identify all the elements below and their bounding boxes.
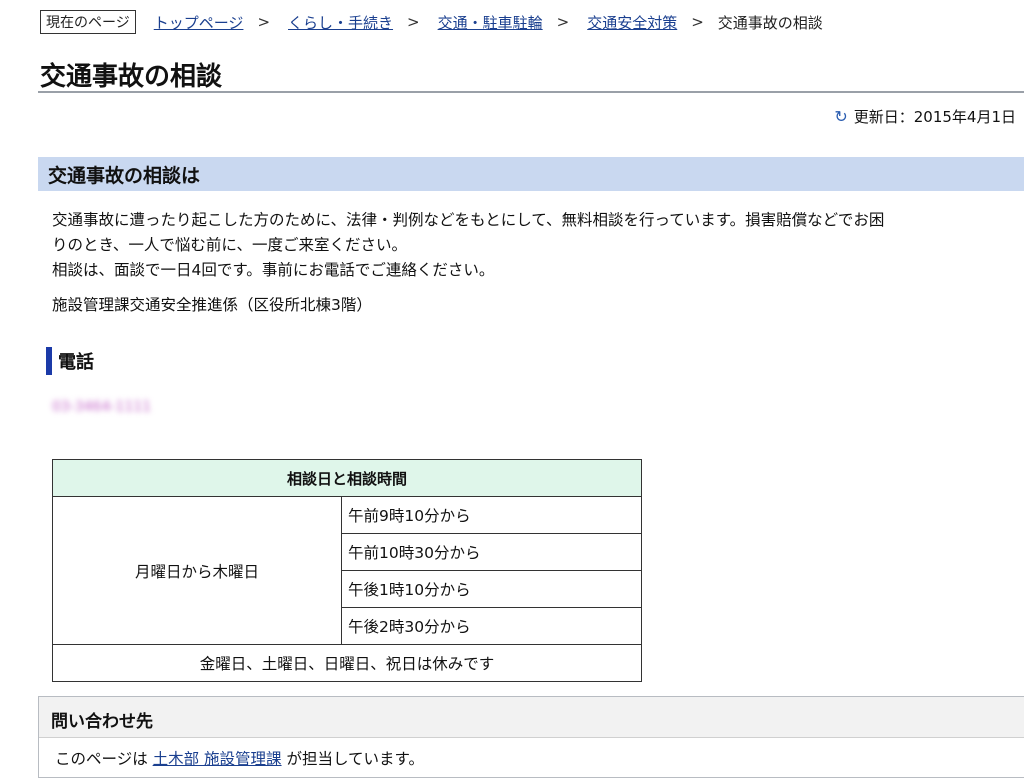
table-header: 相談日と相談時間 (52, 459, 642, 497)
schedule-table: 相談日と相談時間 月曜日から木曜日 午前9時10分から 午前10時30分から 午… (52, 459, 642, 682)
table-row: 金曜日、土曜日、日曜日、祝日は休みです (52, 644, 642, 682)
contact-box: 問い合わせ先 このページは 土木部 施設管理課 が担当しています。 (38, 696, 1024, 778)
chevron-right-icon: > (407, 13, 420, 31)
breadcrumb-link-top[interactable]: トップページ (154, 12, 244, 33)
contact-heading: 問い合わせ先 (39, 697, 1024, 738)
table-cell-days: 月曜日から木曜日 (52, 496, 342, 645)
body-line: 相談は、面談で一日4回です。事前にお電話でご連絡ください。 (52, 261, 495, 279)
body-line: 交通事故に遭ったり起こした方のために、法律・判例などをもとにして、無料相談を行っ… (52, 211, 885, 229)
refresh-icon: ↻ (834, 107, 848, 126)
section-heading-text: 交通事故の相談は (48, 165, 201, 187)
breadcrumb-link-traffic[interactable]: 交通・駐車駐輪 (438, 12, 543, 33)
department-link[interactable]: 土木部 施設管理課 (153, 750, 282, 768)
table-cell-time: 午前10時30分から (341, 533, 642, 571)
section-heading: 交通事故の相談は (38, 157, 1024, 191)
table-cell-closed: 金曜日、土曜日、日曜日、祝日は休みです (52, 644, 642, 682)
contact-suffix: が担当しています。 (281, 750, 424, 768)
contact-heading-text: 問い合わせ先 (51, 712, 153, 732)
chevron-right-icon: > (257, 13, 271, 31)
body-line: りのとき、一人で悩む前に、一度ご来室ください。 (52, 236, 407, 254)
breadcrumb-link-living[interactable]: くらし・手続き (288, 12, 393, 33)
chevron-right-icon: > (556, 13, 570, 31)
phone-number-blurred: 03-3464-1111 (52, 399, 152, 415)
heading-accent-bar (46, 347, 52, 375)
chevron-right-icon: > (691, 13, 704, 31)
breadcrumb-current: 交通事故の相談 (717, 13, 823, 32)
table-cell-time: 午前9時10分から (341, 496, 642, 534)
update-date-text: 更新日：2015年4月1日 (853, 108, 1016, 126)
table-row: 相談日と相談時間 (52, 459, 642, 497)
contact-line: このページは 土木部 施設管理課 が担当しています。 (55, 747, 424, 769)
facility-text: 施設管理課交通安全推進係（区役所北棟3階） (52, 296, 372, 314)
table-cell-time: 午後2時30分から (341, 607, 642, 645)
contact-prefix: このページは (55, 750, 153, 768)
page: 現在のページ トップページ > くらし・手続き > 交通・駐車駐輪 > 交通安全… (0, 0, 1024, 778)
update-date: ↻ 更新日：2015年4月1日 (834, 106, 1016, 127)
table-cell-time: 午後1時10分から (341, 570, 642, 608)
phone-heading: 電話 (46, 347, 94, 375)
breadcrumb: 現在のページ トップページ > くらし・手続き > 交通・駐車駐輪 > 交通安全… (40, 10, 823, 34)
page-title: 交通事故の相談 (40, 62, 223, 92)
phone-heading-text: 電話 (58, 352, 94, 373)
breadcrumb-link-safety[interactable]: 交通安全対策 (587, 12, 677, 33)
table-row: 月曜日から木曜日 午前9時10分から (52, 496, 642, 645)
breadcrumb-label: 現在のページ (40, 10, 136, 34)
title-divider (38, 91, 1024, 93)
section-body: 交通事故に遭ったり起こした方のために、法律・判例などをもとにして、無料相談を行っ… (52, 208, 1012, 283)
